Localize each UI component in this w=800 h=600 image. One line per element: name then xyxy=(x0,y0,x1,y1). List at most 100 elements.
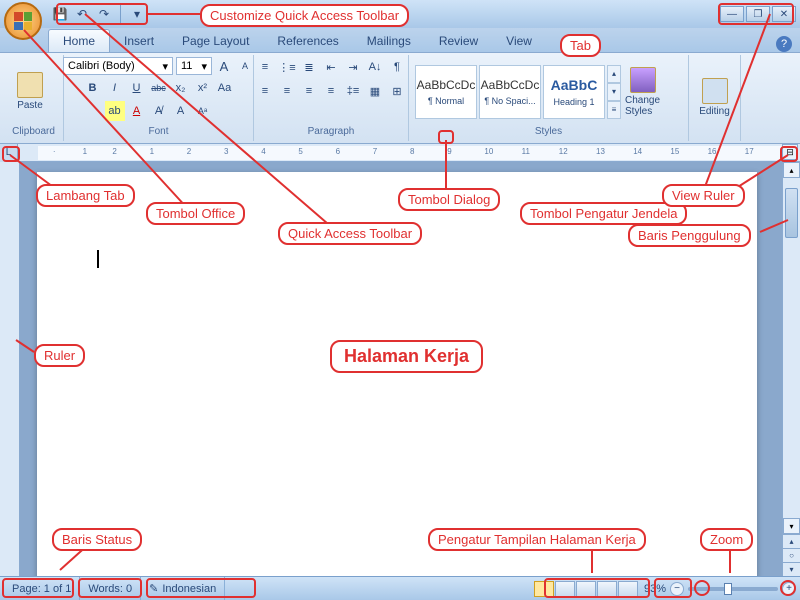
group-clipboard: Paste Clipboard xyxy=(4,55,64,141)
vertical-scrollbar[interactable]: ▴ ▾ ▴ ○ ▾ xyxy=(782,162,800,576)
font-group-label: Font xyxy=(70,126,247,139)
char-border-button[interactable]: A xyxy=(171,101,191,121)
annot-box-lang xyxy=(146,578,256,598)
strike-button[interactable]: abc xyxy=(149,78,169,98)
bold-button[interactable]: B xyxy=(83,78,103,98)
change-styles-button[interactable]: Change Styles xyxy=(623,63,663,121)
tab-page-layout[interactable]: Page Layout xyxy=(168,30,263,52)
group-font: Calibri (Body)▾ 11▾ A A B I U abc x₂ x² … xyxy=(64,55,254,141)
editing-button[interactable]: Editing xyxy=(695,74,734,121)
annot-box-page xyxy=(2,578,74,598)
annot-halaman: Halaman Kerja xyxy=(330,340,483,373)
subscript-button[interactable]: x₂ xyxy=(171,78,191,98)
scroll-up-icon[interactable]: ▴ xyxy=(783,162,800,178)
show-marks-button[interactable]: ¶ xyxy=(387,57,407,77)
sort-button[interactable]: A↓ xyxy=(365,57,385,77)
horizontal-ruler[interactable]: · 1 2 1 2 3 4 5 6 7 8 9 10 11 12 13 14 1… xyxy=(38,146,782,160)
multilevel-button[interactable]: ≣ xyxy=(299,57,319,77)
editing-label: Editing xyxy=(699,106,730,117)
justify-button[interactable]: ≡ xyxy=(321,81,341,101)
editing-group-label xyxy=(695,137,734,139)
align-right-button[interactable]: ≡ xyxy=(299,81,319,101)
grow-font-button[interactable]: A xyxy=(215,57,233,75)
annot-qat: Quick Access Toolbar xyxy=(278,222,422,245)
ribbon: Paste Clipboard Calibri (Body)▾ 11▾ A A … xyxy=(0,52,800,144)
change-styles-label: Change Styles xyxy=(625,95,661,117)
shrink-font-button[interactable]: A xyxy=(236,57,254,75)
tab-insert[interactable]: Insert xyxy=(110,30,168,52)
ribbon-tabs: Home Insert Page Layout References Maili… xyxy=(0,28,800,52)
scroll-track[interactable] xyxy=(783,178,800,518)
clear-format-button[interactable]: A̸ xyxy=(149,101,169,121)
scroll-thumb[interactable] xyxy=(785,188,798,238)
style-no-spacing[interactable]: AaBbCcDc ¶ No Spaci... xyxy=(479,65,541,119)
styles-group-label: Styles xyxy=(415,126,682,139)
ruler-row: L · 1 2 1 2 3 4 5 6 7 8 9 10 11 12 13 14… xyxy=(0,144,800,162)
tab-references[interactable]: References xyxy=(263,30,352,52)
annot-box-tabsel xyxy=(2,146,20,162)
annot-ruler: Ruler xyxy=(34,344,85,367)
office-button[interactable] xyxy=(4,2,42,40)
paste-button[interactable]: Paste xyxy=(10,68,50,115)
annot-box-zminus xyxy=(694,580,710,596)
group-styles: AaBbCcDc ¶ Normal AaBbCcDc ¶ No Spaci...… xyxy=(409,55,689,141)
find-icon xyxy=(702,78,728,104)
style-normal[interactable]: AaBbCcDc ¶ Normal xyxy=(415,65,477,119)
help-icon[interactable]: ? xyxy=(776,36,792,52)
font-name-select[interactable]: Calibri (Body)▾ xyxy=(63,57,173,75)
annot-baris-penggulung: Baris Penggulung xyxy=(628,224,751,247)
font-size-select[interactable]: 11▾ xyxy=(176,57,212,75)
annot-zoom: Zoom xyxy=(700,528,753,551)
annot-box-dialog xyxy=(438,130,454,144)
annot-box-qat xyxy=(56,3,148,25)
char-shading-button[interactable]: Aᵃ xyxy=(193,101,213,121)
annot-customize-qat: Customize Quick Access Toolbar xyxy=(200,4,409,27)
paste-icon xyxy=(17,72,43,98)
styles-scroll[interactable]: ▴▾≡ xyxy=(607,65,621,119)
tab-mailings[interactable]: Mailings xyxy=(353,30,425,52)
highlight-button[interactable]: ab xyxy=(105,101,125,121)
prev-page-icon[interactable]: ▴ xyxy=(783,534,800,548)
vertical-ruler[interactable] xyxy=(0,162,20,576)
tab-home[interactable]: Home xyxy=(48,29,110,52)
annot-box-zoompct xyxy=(654,578,692,598)
shading-button[interactable]: ▦ xyxy=(365,81,385,101)
annot-lambang-tab: Lambang Tab xyxy=(36,184,135,207)
align-center-button[interactable]: ≡ xyxy=(277,81,297,101)
line-spacing-button[interactable]: ‡≡ xyxy=(343,81,363,101)
annot-box-viewruler xyxy=(780,146,798,162)
annot-box-zplus xyxy=(780,580,796,596)
change-styles-icon xyxy=(630,67,656,93)
indent-inc-button[interactable]: ⇥ xyxy=(343,57,363,77)
bullets-button[interactable]: ≡ xyxy=(255,57,275,77)
group-paragraph: ≡ ⋮≡ ≣ ⇤ ⇥ A↓ ¶ ≡ ≡ ≡ ≡ ‡≡ ▦ ⊞ Paragraph xyxy=(254,55,409,141)
annot-tombol-office: Tombol Office xyxy=(146,202,245,225)
style-heading1[interactable]: AaBbC Heading 1 xyxy=(543,65,605,119)
tab-view[interactable]: View xyxy=(492,30,546,52)
annot-pengatur-tampilan: Pengatur Tampilan Halaman Kerja xyxy=(428,528,646,551)
italic-button[interactable]: I xyxy=(105,78,125,98)
indent-dec-button[interactable]: ⇤ xyxy=(321,57,341,77)
text-cursor xyxy=(97,250,99,268)
paragraph-group-label: Paragraph xyxy=(260,126,402,139)
clipboard-group-label: Clipboard xyxy=(10,126,57,139)
annot-box-views xyxy=(544,578,650,598)
annot-tombol-dialog: Tombol Dialog xyxy=(398,188,500,211)
paste-label: Paste xyxy=(17,100,43,111)
group-editing: Editing xyxy=(689,55,741,141)
annot-baris-status: Baris Status xyxy=(52,528,142,551)
borders-button[interactable]: ⊞ xyxy=(387,81,407,101)
tab-review[interactable]: Review xyxy=(425,30,492,52)
annot-tab: Tab xyxy=(560,34,601,57)
browse-object-icon[interactable]: ○ xyxy=(783,548,800,562)
next-page-icon[interactable]: ▾ xyxy=(783,562,800,576)
zoom-knob[interactable] xyxy=(724,583,732,595)
numbering-button[interactable]: ⋮≡ xyxy=(277,57,297,77)
align-left-button[interactable]: ≡ xyxy=(255,81,275,101)
underline-button[interactable]: U xyxy=(127,78,147,98)
case-button[interactable]: Aa xyxy=(215,78,235,98)
font-color-button[interactable]: A xyxy=(127,101,147,121)
annot-box-words xyxy=(78,578,142,598)
scroll-down-icon[interactable]: ▾ xyxy=(783,518,800,534)
superscript-button[interactable]: x² xyxy=(193,78,213,98)
